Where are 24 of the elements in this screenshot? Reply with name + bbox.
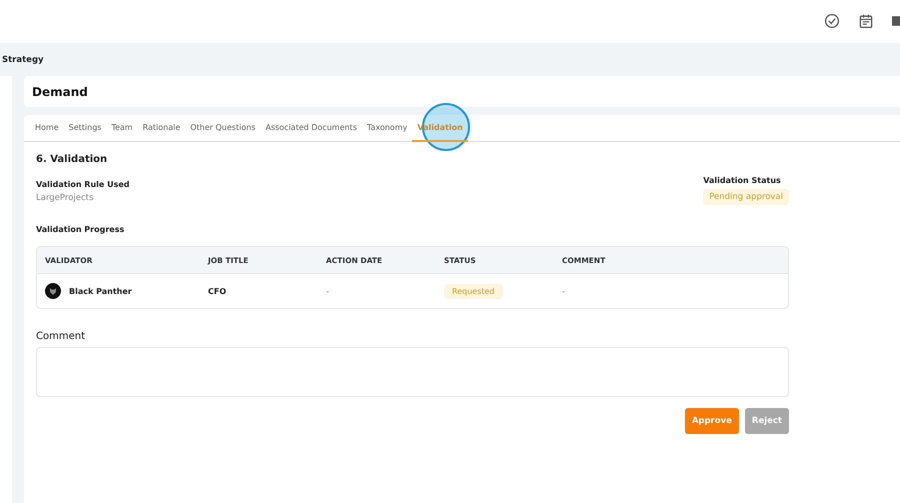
tab[interactable]: Settings	[64, 115, 106, 142]
validator-name: Black Panther	[69, 286, 132, 296]
tab[interactable]: Rationale	[138, 115, 186, 142]
tab[interactable]: Home	[30, 115, 64, 142]
section-title: 6. Validation	[36, 154, 108, 165]
breadcrumb[interactable]: Strategy	[2, 54, 44, 64]
table-cell: -	[562, 286, 565, 296]
tab[interactable]: Taxonomy	[362, 115, 412, 142]
field-label: Validation Status	[703, 176, 782, 185]
avatar-icon	[45, 283, 61, 299]
tab[interactable]: Other Questions	[185, 115, 260, 142]
tab[interactable]: Team	[106, 115, 138, 142]
table-cell: CFO	[208, 286, 226, 296]
table-cell: -	[326, 286, 329, 296]
page-title: Demand	[32, 84, 88, 98]
status-badge: Pending approval	[703, 189, 789, 205]
comment-label: Comment	[36, 331, 86, 342]
field-value: LargeProjects	[36, 193, 94, 203]
field-label: Validation Rule Used	[36, 180, 130, 189]
tab[interactable]: Associated Documents	[260, 115, 362, 142]
check-circle-icon[interactable]	[824, 12, 840, 28]
calendar-icon[interactable]	[858, 12, 874, 28]
section-label: Validation Progress	[36, 225, 126, 234]
status-badge: Requested	[444, 284, 502, 298]
